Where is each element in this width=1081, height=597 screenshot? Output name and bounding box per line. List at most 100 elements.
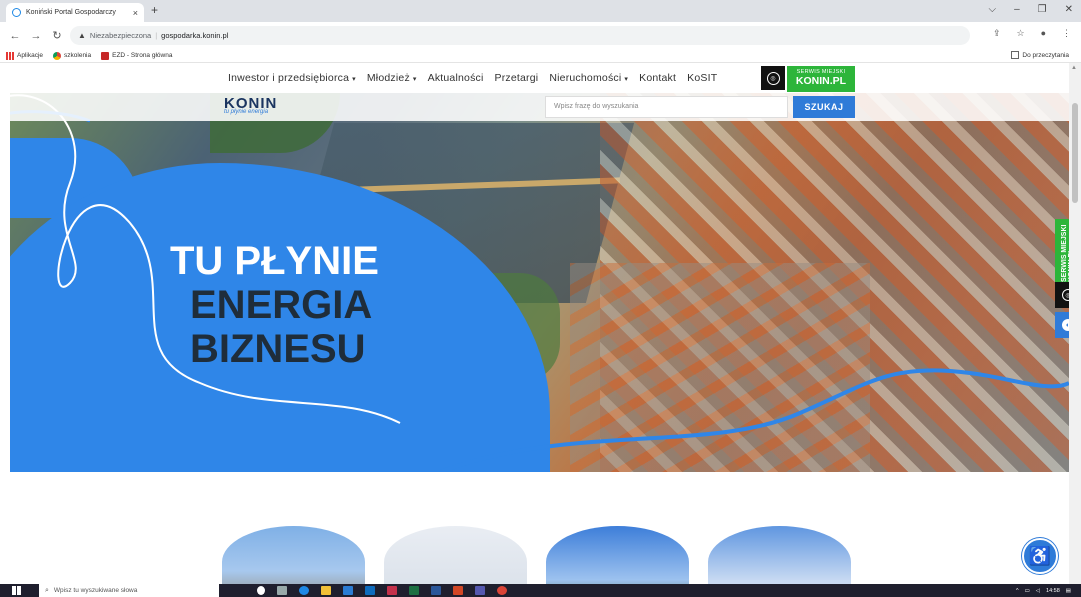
reading-list[interactable]: Do przeczytania <box>1011 51 1069 59</box>
bookmark-szkolenia[interactable]: szkolenia <box>53 51 92 60</box>
menu-item-mlodziez[interactable]: Młodzież ▾ <box>367 72 417 84</box>
scrollbar-thumb[interactable] <box>1072 103 1078 203</box>
separator: | <box>155 31 158 40</box>
address-bar-actions: ⇪ ☆ ● ⋮ <box>993 28 1071 39</box>
menu-icon[interactable]: ⋮ <box>1062 28 1071 39</box>
search-icon: ⌕ <box>45 586 49 594</box>
menu-item-nieruchomosci[interactable]: Nieruchomości ▾ <box>549 72 628 84</box>
tab-close-icon[interactable]: × <box>133 8 138 18</box>
window-controls: ⌵ – ❐ ✕ <box>988 4 1073 15</box>
web-page: Inwestor i przedsiębiorca ▾ Młodzież ▾ Akt… <box>0 63 1081 584</box>
tab-search-icon[interactable]: ⌵ <box>988 4 996 15</box>
reload-icon[interactable]: ↻ <box>51 29 63 42</box>
taskbar-search-input[interactable]: ⌕ Wpisz tu wyszukiwane słowa <box>39 584 219 597</box>
tab-title: Koniński Portal Gospodarczy <box>26 9 116 16</box>
bookmarks-bar: Aplikacje szkolenia EZD - Strona główna … <box>0 49 1081 63</box>
accessibility-widget-button[interactable]: ♿ <box>1022 538 1058 574</box>
search-button[interactable]: SZUKAJ <box>793 96 855 118</box>
reading-list-icon <box>1011 51 1020 59</box>
excel-icon[interactable] <box>409 586 419 595</box>
ezd-icon <box>101 51 110 60</box>
volume-icon[interactable]: ◁ <box>1036 588 1040 594</box>
page-scrollbar[interactable]: ▲ <box>1069 63 1081 584</box>
accessibility-icon: ◎ <box>766 71 780 85</box>
profile-icon[interactable]: ● <box>1041 28 1046 39</box>
caret-down-icon: ▾ <box>412 76 417 83</box>
edge-icon[interactable] <box>299 586 309 595</box>
reading-list-label: Do przeczytania <box>1022 51 1069 59</box>
hero-slogan: TU PŁYNIE ENERGIA BIZNESU <box>170 239 379 371</box>
back-icon[interactable]: ← <box>9 30 21 42</box>
app-icon[interactable] <box>387 586 397 595</box>
bookmark-label: szkolenia <box>64 52 92 59</box>
notifications-icon[interactable]: ▤ <box>1066 588 1071 594</box>
close-window-button[interactable]: ✕ <box>1065 4 1073 15</box>
slogan-line-2: ENERGIA <box>190 283 373 327</box>
taskbar-apps <box>257 586 507 595</box>
word-icon[interactable] <box>431 586 441 595</box>
chrome-taskbar-icon[interactable] <box>497 586 507 595</box>
bookmark-apps[interactable]: Aplikacje <box>6 51 44 60</box>
menu-label: Nieruchomości <box>549 72 622 84</box>
menu-item-kosit[interactable]: KoSIT <box>687 72 717 84</box>
new-tab-button[interactable]: + <box>151 3 158 17</box>
caret-down-icon: ▾ <box>624 76 629 83</box>
tile-row <box>222 526 851 584</box>
file-explorer-icon[interactable] <box>321 586 331 595</box>
slogan-line-3: BIZNESU <box>190 327 366 371</box>
accessibility-toggle-button[interactable]: ◎ <box>761 66 785 90</box>
bookmark-ezd[interactable]: EZD - Strona główna <box>101 51 172 60</box>
menu-label: Młodzież <box>366 72 410 84</box>
menu-label: Inwestor i przedsiębiorca <box>228 72 350 84</box>
hero-ribbon-lines <box>10 94 1069 472</box>
top-navigation: Inwestor i przedsiębiorca ▾ Młodzież ▾ Akt… <box>0 63 1081 93</box>
site-favicon-icon <box>12 8 21 17</box>
hero-header-bar <box>10 93 1069 121</box>
menu-label: Przetargi <box>494 72 539 84</box>
main-menu: Inwestor i przedsiębiorca ▾ Młodzież ▾ Akt… <box>228 72 717 84</box>
menu-label: Aktualności <box>427 72 484 84</box>
security-label: Niezabezpieczona <box>89 31 152 40</box>
clock[interactable]: 14:58 <box>1046 588 1060 594</box>
omnibox[interactable]: ▲ Niezabezpieczona | gospodarka.konin.pl <box>70 26 970 45</box>
menu-item-inwestor[interactable]: Inwestor i przedsiębiorca ▾ <box>228 72 356 84</box>
browser-tabstrip: Koniński Portal Gospodarczy × + ⌵ – ❐ ✕ <box>0 0 1081 22</box>
forward-icon[interactable]: → <box>30 30 42 42</box>
tile-card[interactable] <box>384 526 527 584</box>
system-tray: ^ ▭ ◁ 14:58 ▤ <box>1016 584 1071 597</box>
menu-item-kontakt[interactable]: Kontakt <box>639 72 676 84</box>
task-view-icon[interactable] <box>277 586 287 595</box>
url-text[interactable]: gospodarka.konin.pl <box>161 31 228 40</box>
share-icon[interactable]: ⇪ <box>993 28 1001 39</box>
tile-card[interactable] <box>546 526 689 584</box>
star-icon[interactable]: ☆ <box>1016 28 1024 39</box>
accessibility-person-icon: ♿ <box>1028 545 1052 566</box>
search-input[interactable]: Wpisz frazę do wyszukania <box>545 96 788 118</box>
windows-start-icon[interactable] <box>12 586 21 595</box>
serwis-bottom-label: KONIN.PL <box>795 75 847 87</box>
taskbar-search-placeholder: Wpisz tu wyszukiwane słowa <box>53 587 138 594</box>
bookmark-label: Aplikacje <box>17 52 44 59</box>
tile-card[interactable] <box>708 526 851 584</box>
konin-logo[interactable]: KONIN tu płynie energia <box>224 95 277 115</box>
cortana-icon[interactable] <box>257 586 265 595</box>
teams-icon[interactable] <box>475 586 485 595</box>
warning-icon[interactable]: ▲ <box>78 31 86 40</box>
menu-item-aktualnosci[interactable]: Aktualności <box>428 72 484 84</box>
browser-tab[interactable]: Koniński Portal Gospodarczy × <box>6 3 144 22</box>
tile-card[interactable] <box>222 526 365 584</box>
hero-banner: KONIN tu płynie energia Wpisz frazę do w… <box>10 93 1069 472</box>
serwis-top-label: SERWIS MIEJSKI <box>796 69 846 75</box>
scroll-up-icon[interactable]: ▲ <box>1071 65 1077 71</box>
powerpoint-icon[interactable] <box>453 586 463 595</box>
menu-item-przetargi[interactable]: Przetargi <box>495 72 539 84</box>
store-icon[interactable] <box>343 586 353 595</box>
network-icon[interactable]: ▭ <box>1025 588 1030 594</box>
address-bar: ← → ↻ ▲ Niezabezpieczona | gospodarka.ko… <box>0 22 1081 49</box>
tray-chevron-icon[interactable]: ^ <box>1016 588 1019 594</box>
minimize-button[interactable]: – <box>1014 4 1020 15</box>
serwis-miejski-button[interactable]: SERWIS MIEJSKI KONIN.PL <box>787 66 855 92</box>
maximize-button[interactable]: ❐ <box>1038 4 1047 15</box>
mail-icon[interactable] <box>365 586 375 595</box>
menu-label: KoSIT <box>687 72 718 84</box>
